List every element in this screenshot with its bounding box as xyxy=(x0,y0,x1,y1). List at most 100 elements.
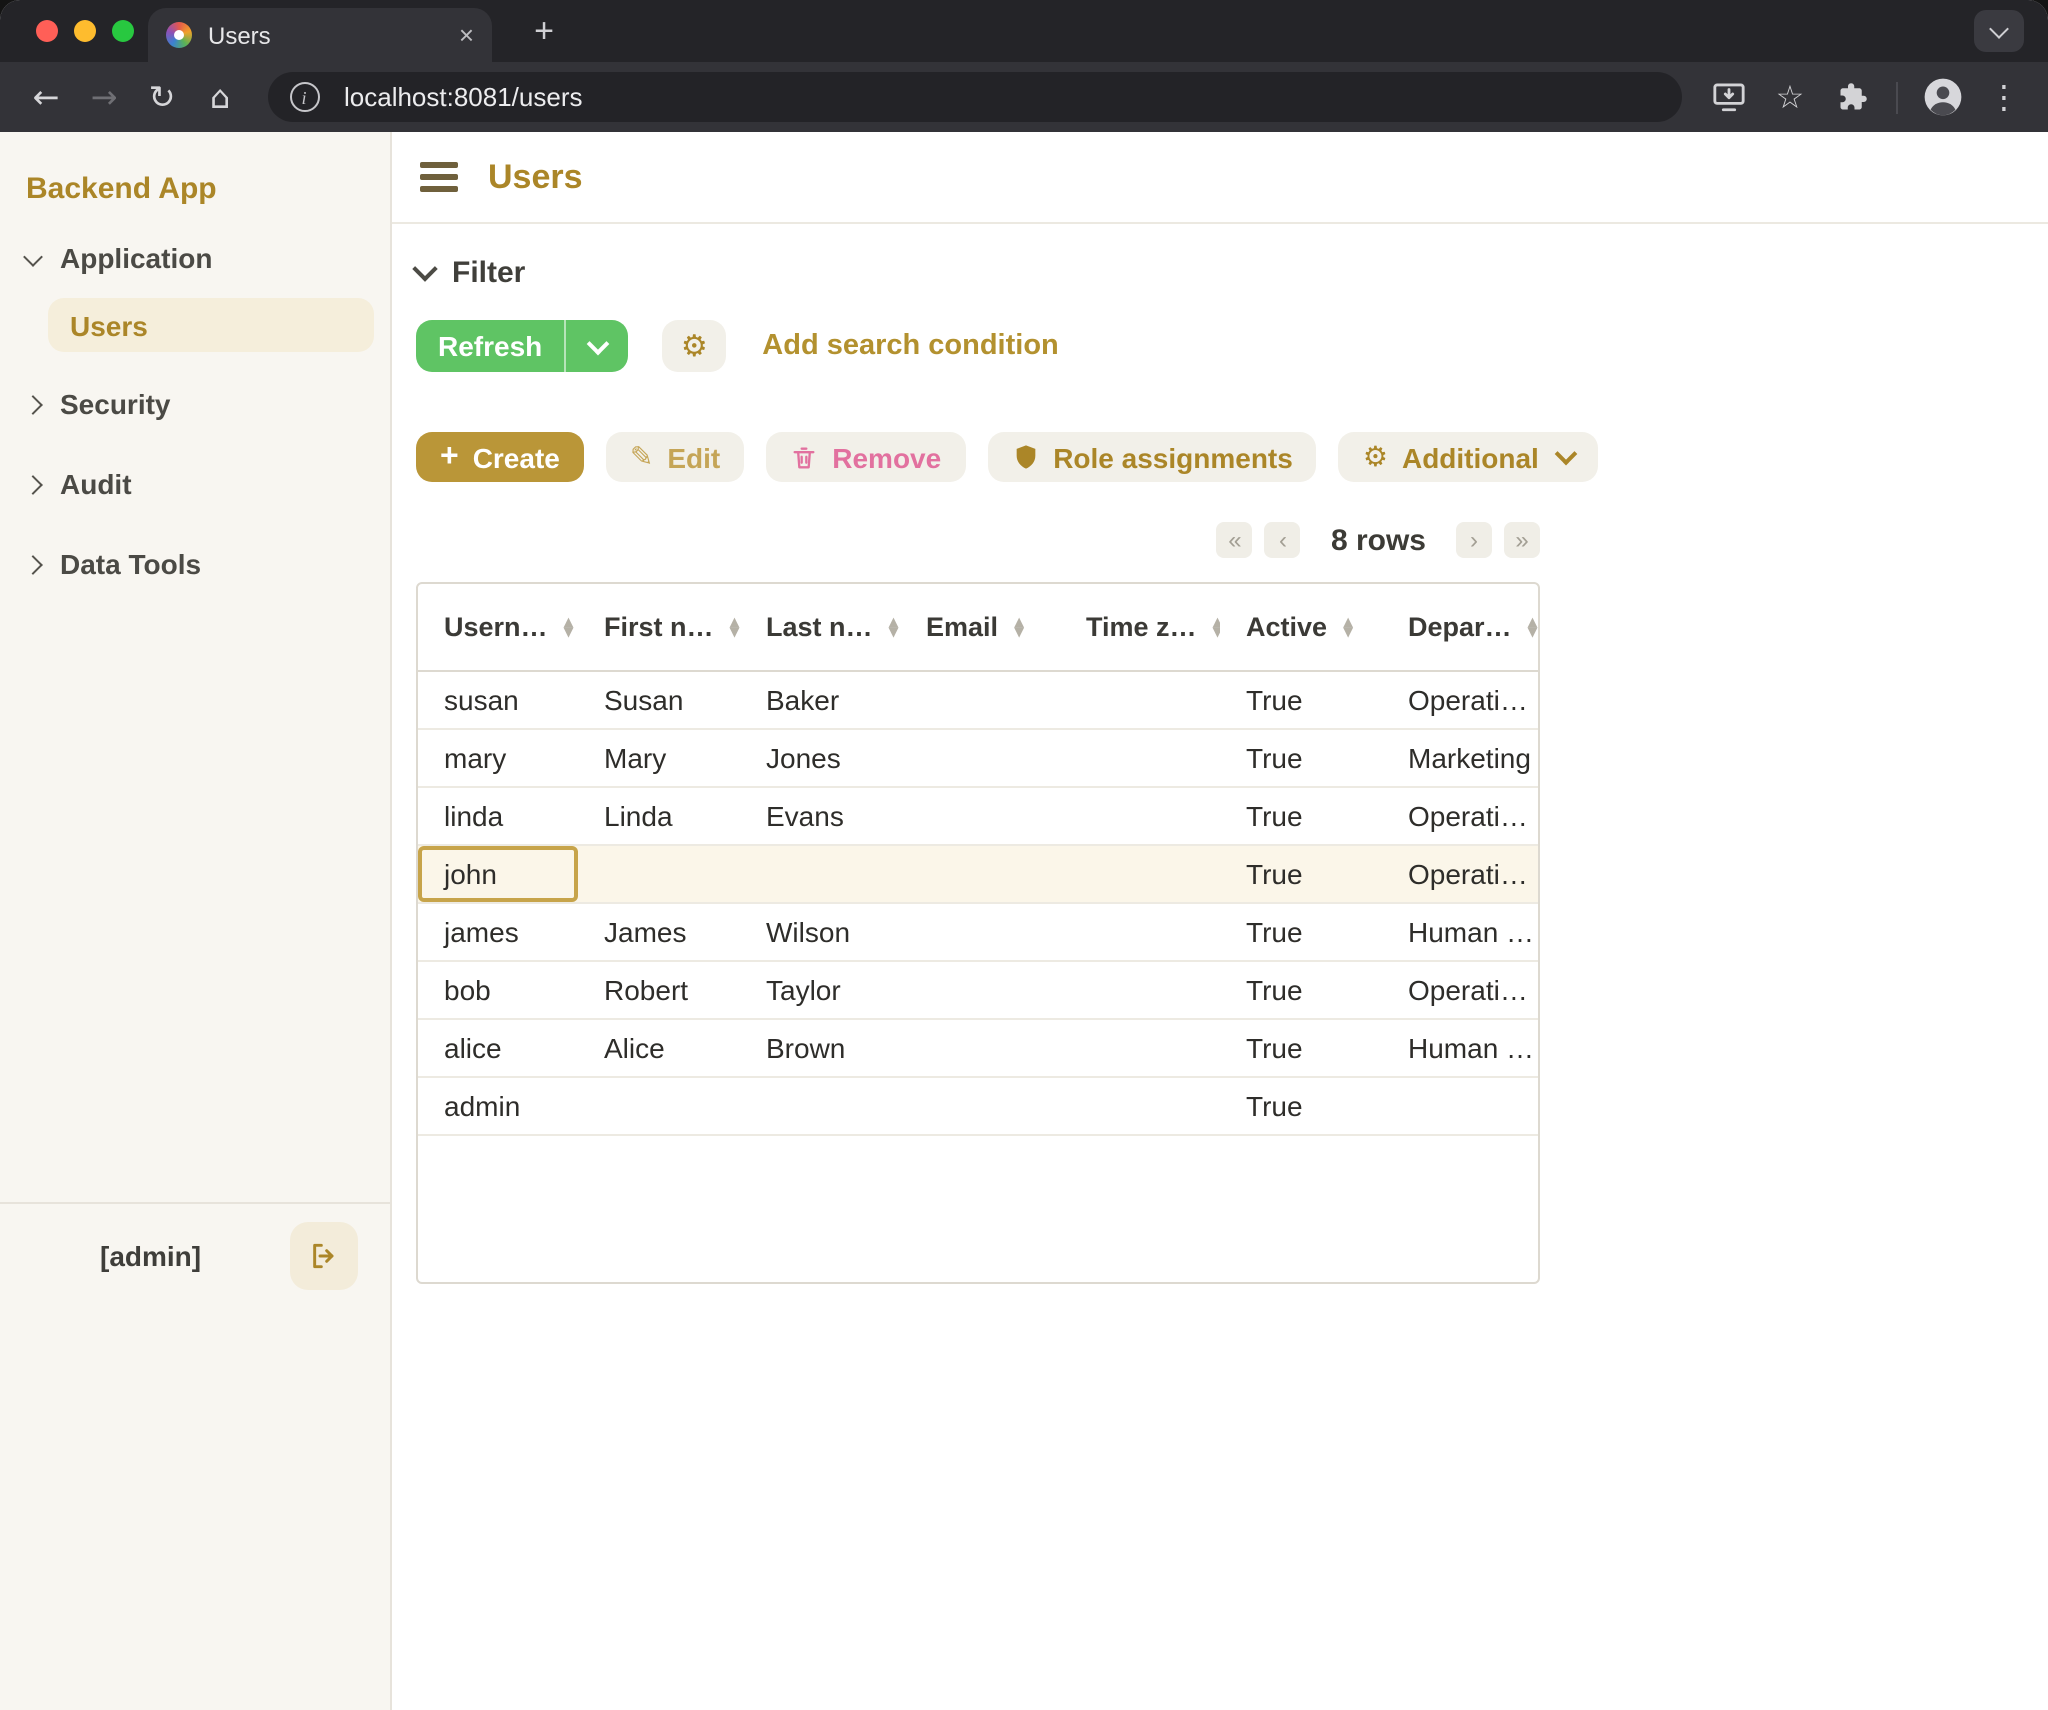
sort-icon[interactable]: ▲▼ xyxy=(1014,617,1024,637)
remove-button[interactable]: Remove xyxy=(766,432,965,482)
sidebar-item-users[interactable]: Users xyxy=(48,298,374,352)
table-cell[interactable]: Brown xyxy=(740,1020,900,1076)
browser-menu-button[interactable]: ⋮ xyxy=(1980,73,2028,121)
window-minimize-button[interactable] xyxy=(74,20,96,42)
table-cell[interactable]: True xyxy=(1220,730,1382,786)
first-page-button[interactable]: « xyxy=(1217,522,1253,558)
sidebar-section-application[interactable]: Application xyxy=(26,218,374,298)
profile-button[interactable] xyxy=(1918,73,1966,121)
logout-button[interactable] xyxy=(289,1222,357,1290)
table-cell[interactable]: Evans xyxy=(740,788,900,844)
sort-icon[interactable]: ▲▼ xyxy=(730,617,740,637)
add-search-condition-link[interactable]: Add search condition xyxy=(762,330,1059,362)
sort-icon[interactable]: ▲▼ xyxy=(1213,617,1220,637)
table-cell[interactable] xyxy=(900,672,1060,728)
column-header[interactable]: First n…▲▼ xyxy=(578,584,740,670)
filter-toggle[interactable]: Filter xyxy=(416,252,525,292)
table-cell[interactable]: Operati… xyxy=(1382,788,1538,844)
additional-button[interactable]: ⚙ Additional xyxy=(1339,432,1599,482)
tab-close-icon[interactable]: × xyxy=(459,22,474,48)
rows-count[interactable]: 8 rows xyxy=(1331,523,1426,557)
table-cell[interactable]: alice xyxy=(418,1020,578,1076)
extensions-button[interactable] xyxy=(1828,73,1876,121)
table-cell[interactable] xyxy=(1060,672,1220,728)
table-row[interactable]: aliceAliceBrown TrueHuman … xyxy=(418,1020,1538,1078)
table-cell[interactable]: True xyxy=(1220,846,1382,902)
window-close-button[interactable] xyxy=(36,20,58,42)
table-cell[interactable]: Mary xyxy=(578,730,740,786)
table-cell[interactable] xyxy=(578,846,740,902)
table-cell[interactable]: james xyxy=(418,904,578,960)
table-cell[interactable] xyxy=(1382,1078,1538,1134)
table-row[interactable]: jamesJamesWilsonTrueHuman … xyxy=(418,904,1538,962)
table-cell[interactable] xyxy=(1060,1020,1220,1076)
tab-search-button[interactable] xyxy=(1974,10,2024,52)
table-cell[interactable] xyxy=(1060,730,1220,786)
table-cell[interactable]: Operati… xyxy=(1382,672,1538,728)
table-cell[interactable]: linda xyxy=(418,788,578,844)
create-button[interactable]: + Create xyxy=(416,432,584,482)
install-app-button[interactable] xyxy=(1704,73,1752,121)
table-cell[interactable]: True xyxy=(1220,1078,1382,1134)
table-cell[interactable] xyxy=(900,1078,1060,1134)
filter-settings-button[interactable]: ⚙ xyxy=(662,320,726,372)
sidebar-section-data-tools[interactable]: Data Tools xyxy=(26,524,374,604)
table-cell[interactable]: Operati… xyxy=(1382,962,1538,1018)
table-row[interactable]: susanSusanBakerTrueOperati… xyxy=(418,672,1538,730)
table-row[interactable]: john TrueOperati… xyxy=(418,846,1538,904)
table-cell[interactable] xyxy=(1060,904,1220,960)
table-cell[interactable]: Linda xyxy=(578,788,740,844)
table-cell[interactable]: True xyxy=(1220,672,1382,728)
table-cell[interactable]: Alice xyxy=(578,1020,740,1076)
edit-button[interactable]: ✎ Edit xyxy=(606,432,744,482)
new-tab-button[interactable]: + xyxy=(520,8,568,56)
table-row[interactable]: adminTrue xyxy=(418,1078,1538,1136)
table-cell[interactable]: True xyxy=(1220,1020,1382,1076)
table-cell[interactable] xyxy=(1060,788,1220,844)
table-cell[interactable]: Taylor xyxy=(740,962,900,1018)
table-row[interactable]: maryMaryJonesTrueMarketing xyxy=(418,730,1538,788)
last-page-button[interactable]: » xyxy=(1504,522,1540,558)
table-cell[interactable]: susan xyxy=(418,672,578,728)
table-cell[interactable]: bob xyxy=(418,962,578,1018)
column-header[interactable]: Time z…▲▼ xyxy=(1060,584,1220,670)
table-cell[interactable] xyxy=(740,846,900,902)
table-cell[interactable] xyxy=(900,904,1060,960)
table-cell[interactable] xyxy=(1060,846,1220,902)
refresh-dropdown-button[interactable] xyxy=(564,320,628,372)
table-cell[interactable] xyxy=(900,846,1060,902)
sort-icon[interactable]: ▲▼ xyxy=(1528,617,1538,637)
address-bar[interactable]: i localhost:8081/users xyxy=(268,72,1682,122)
sort-icon[interactable]: ▲▼ xyxy=(889,617,899,637)
table-cell[interactable] xyxy=(900,962,1060,1018)
home-button[interactable]: ⌂ xyxy=(194,71,246,123)
column-header[interactable]: Active▲▼ xyxy=(1220,584,1382,670)
sort-icon[interactable]: ▲▼ xyxy=(564,617,574,637)
table-cell[interactable] xyxy=(1060,962,1220,1018)
table-cell[interactable]: Jones xyxy=(740,730,900,786)
table-cell[interactable]: Wilson xyxy=(740,904,900,960)
table-cell[interactable]: True xyxy=(1220,962,1382,1018)
table-cell[interactable]: Operati… xyxy=(1382,846,1538,902)
table-cell[interactable]: Human … xyxy=(1382,1020,1538,1076)
table-row[interactable]: bobRobertTaylorTrueOperati… xyxy=(418,962,1538,1020)
sort-icon[interactable]: ▲▼ xyxy=(1343,617,1353,637)
browser-tab[interactable]: Users × xyxy=(148,8,492,62)
table-cell[interactable] xyxy=(578,1078,740,1134)
table-row[interactable]: lindaLindaEvans TrueOperati… xyxy=(418,788,1538,846)
forward-button[interactable]: → xyxy=(78,71,130,123)
table-cell[interactable]: Susan xyxy=(578,672,740,728)
table-cell[interactable]: True xyxy=(1220,788,1382,844)
column-header[interactable]: Depar…▲▼ xyxy=(1382,584,1538,670)
role-assignments-button[interactable]: Role assignments xyxy=(987,432,1317,482)
table-cell[interactable]: mary xyxy=(418,730,578,786)
table-cell[interactable]: Human … xyxy=(1382,904,1538,960)
sidebar-section-audit[interactable]: Audit xyxy=(26,444,374,524)
table-cell[interactable]: john xyxy=(418,846,578,902)
window-zoom-button[interactable] xyxy=(112,20,134,42)
table-cell[interactable] xyxy=(1060,1078,1220,1134)
bookmark-star-button[interactable]: ☆ xyxy=(1766,73,1814,121)
back-button[interactable]: ← xyxy=(20,71,72,123)
next-page-button[interactable]: › xyxy=(1456,522,1492,558)
table-cell[interactable]: True xyxy=(1220,904,1382,960)
